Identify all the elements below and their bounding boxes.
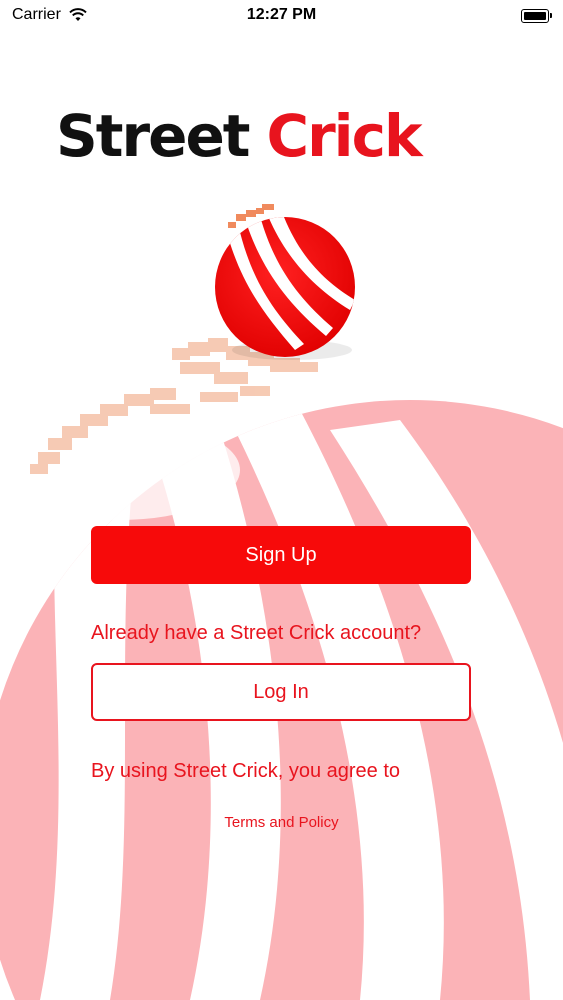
status-time: 12:27 PM — [246, 6, 317, 23]
terms-and-policy-link[interactable]: Terms and Policy — [0, 814, 563, 831]
battery-fill — [524, 12, 546, 20]
log-in-button[interactable]: Log In — [91, 663, 471, 721]
status-bar: Carrier 12:27 PM — [0, 0, 563, 34]
logo-street: Street — [56, 102, 251, 170]
app-logo: Street Crick — [56, 86, 508, 186]
agree-text: By using Street Crick, you agree to — [91, 760, 401, 782]
battery-icon — [521, 9, 552, 23]
logo-crick: Crick — [266, 102, 423, 170]
sign-up-button[interactable]: Sign Up — [91, 526, 471, 584]
have-account-text: Already have a Street Crick account? — [91, 622, 422, 644]
logo-wordmark: Street Crick — [56, 86, 423, 186]
cricket-ball-icon — [215, 204, 355, 360]
